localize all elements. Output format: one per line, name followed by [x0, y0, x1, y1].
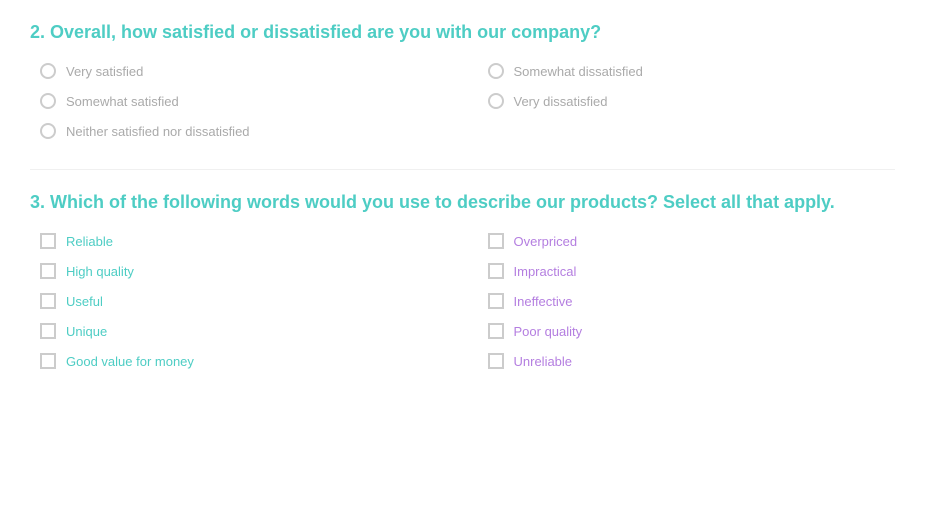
radio-neither[interactable]	[40, 123, 56, 139]
option-unique[interactable]: Unique	[40, 323, 448, 339]
option-impractical-label: Impractical	[514, 264, 577, 279]
checkbox-overpriced[interactable]	[488, 233, 504, 249]
option-very-satisfied-label: Very satisfied	[66, 64, 143, 79]
option-useful-label: Useful	[66, 294, 103, 309]
checkbox-useful[interactable]	[40, 293, 56, 309]
question-3-title: 3. Which of the following words would yo…	[30, 190, 895, 215]
option-poor-quality-label: Poor quality	[514, 324, 583, 339]
option-somewhat-satisfied[interactable]: Somewhat satisfied	[40, 93, 448, 109]
option-poor-quality[interactable]: Poor quality	[488, 323, 896, 339]
option-unreliable-label: Unreliable	[514, 354, 573, 369]
question-3: 3. Which of the following words would yo…	[30, 190, 895, 369]
option-unreliable[interactable]: Unreliable	[488, 353, 896, 369]
option-high-quality-label: High quality	[66, 264, 134, 279]
option-high-quality[interactable]: High quality	[40, 263, 448, 279]
option-good-value-label: Good value for money	[66, 354, 194, 369]
option-very-dissatisfied[interactable]: Very dissatisfied	[488, 93, 896, 109]
option-overpriced-label: Overpriced	[514, 234, 578, 249]
section-divider	[30, 169, 895, 170]
option-overpriced[interactable]: Overpriced	[488, 233, 896, 249]
radio-somewhat-satisfied[interactable]	[40, 93, 56, 109]
option-very-satisfied[interactable]: Very satisfied	[40, 63, 448, 79]
question-2-title: 2. Overall, how satisfied or dissatisfie…	[30, 20, 895, 45]
checkbox-good-value[interactable]	[40, 353, 56, 369]
checkbox-poor-quality[interactable]	[488, 323, 504, 339]
radio-very-dissatisfied[interactable]	[488, 93, 504, 109]
question-2: 2. Overall, how satisfied or dissatisfie…	[30, 20, 895, 139]
option-reliable[interactable]: Reliable	[40, 233, 448, 249]
checkbox-ineffective[interactable]	[488, 293, 504, 309]
option-somewhat-dissatisfied-label: Somewhat dissatisfied	[514, 64, 643, 79]
checkbox-reliable[interactable]	[40, 233, 56, 249]
option-somewhat-satisfied-label: Somewhat satisfied	[66, 94, 179, 109]
option-unique-label: Unique	[66, 324, 107, 339]
option-ineffective[interactable]: Ineffective	[488, 293, 896, 309]
checkbox-high-quality[interactable]	[40, 263, 56, 279]
option-somewhat-dissatisfied[interactable]: Somewhat dissatisfied	[488, 63, 896, 79]
option-reliable-label: Reliable	[66, 234, 113, 249]
radio-very-satisfied[interactable]	[40, 63, 56, 79]
option-impractical[interactable]: Impractical	[488, 263, 896, 279]
option-neither[interactable]: Neither satisfied nor dissatisfied	[40, 123, 448, 139]
checkbox-unreliable[interactable]	[488, 353, 504, 369]
option-neither-label: Neither satisfied nor dissatisfied	[66, 124, 250, 139]
option-very-dissatisfied-label: Very dissatisfied	[514, 94, 608, 109]
radio-somewhat-dissatisfied[interactable]	[488, 63, 504, 79]
checkbox-unique[interactable]	[40, 323, 56, 339]
option-good-value[interactable]: Good value for money	[40, 353, 448, 369]
checkbox-impractical[interactable]	[488, 263, 504, 279]
option-ineffective-label: Ineffective	[514, 294, 573, 309]
option-useful[interactable]: Useful	[40, 293, 448, 309]
